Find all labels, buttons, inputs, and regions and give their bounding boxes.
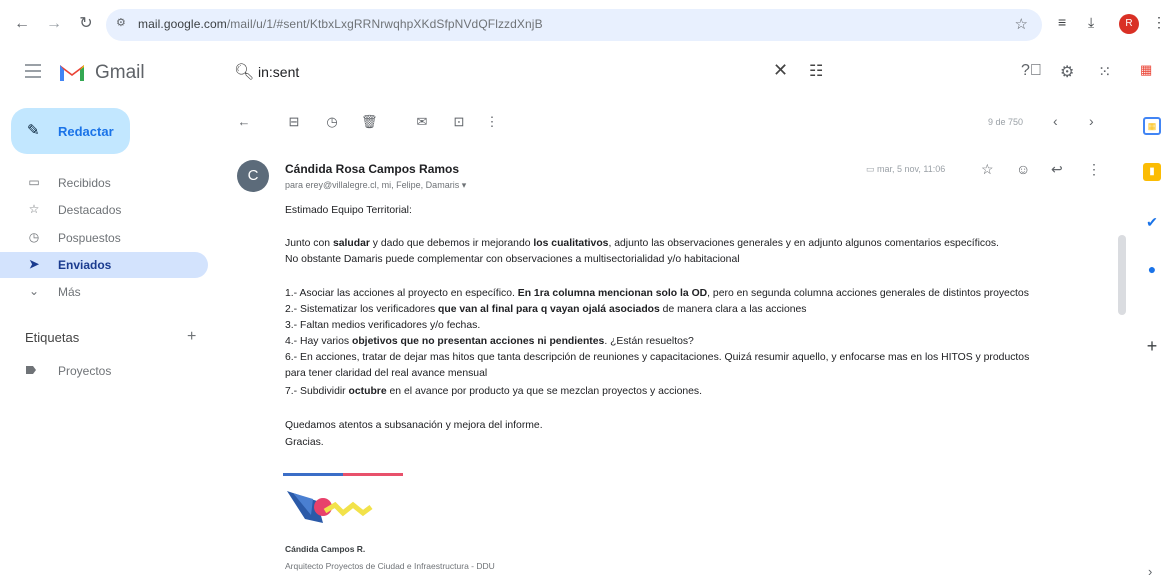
sender-name[interactable]: Cándida Rosa Campos Ramos (285, 162, 459, 176)
email-list-item: 7.- Subdividir octubre en el avance por … (285, 386, 703, 397)
email-thanks: Gracias. (285, 437, 324, 448)
calendar-icon[interactable]: ▦ (1143, 117, 1161, 135)
inbox-icon: ▭ (28, 175, 40, 189)
reply-icon[interactable]: ↩ (1051, 161, 1063, 178)
labels-heading: Etiquetas (25, 330, 80, 345)
signature-name: Cándida Campos R. (285, 544, 366, 554)
back-to-list-icon[interactable]: ← (236, 114, 252, 129)
email-list-item: 6.- En acciones, tratar de dejar mas hit… (285, 352, 1030, 363)
email-list-item: 3.- Faltan medios verificadores y/o fech… (285, 320, 481, 331)
delete-icon[interactable]: 🗑︎ (361, 114, 378, 130)
sidebar-item-snoozed[interactable]: ◷ Pospuestos (0, 225, 208, 251)
browser-toolbar: ← → ↻ ⚙ mail.google.com/mail/u/1/#sent/K… (0, 0, 1174, 50)
search-options-icon[interactable]: ☷ (809, 61, 823, 81)
signature-title: Arquitecto Proyectos de Ciudad e Infraes… (285, 561, 495, 571)
email-list-item: 2.- Sistematizar los verificadores que v… (285, 304, 807, 315)
newer-chevron-icon[interactable]: ‹ (1053, 113, 1058, 129)
pager-count: 9 de 750 (988, 117, 1024, 127)
snooze-icon[interactable]: ◷ (324, 114, 340, 130)
star-message-icon[interactable]: ☆ (981, 161, 994, 178)
bookmark-star-icon[interactable]: ☆ (1015, 15, 1028, 33)
address-bar[interactable]: ⚙ mail.google.com/mail/u/1/#sent/KtbxLxg… (106, 9, 1042, 41)
email-closing: Quedamos atentos a subsanación y mejora … (285, 420, 543, 431)
chevron-down-icon: ⌄ (28, 284, 40, 298)
browser-profile-avatar[interactable]: R (1119, 14, 1139, 34)
gmail-logo-icon[interactable] (58, 61, 86, 83)
add-addon-icon[interactable]: + (1143, 337, 1161, 355)
older-chevron-icon[interactable]: › (1089, 113, 1094, 129)
url-text: mail.google.com/mail/u/1/#sent/KtbxLxgRR… (138, 17, 543, 31)
settings-gear-icon[interactable]: ⚙ (1060, 62, 1074, 82)
gmail-logo-text[interactable]: Gmail (95, 62, 145, 84)
sidebar-item-more[interactable]: ⌄ Más (0, 279, 208, 305)
compose-label: Redactar (58, 124, 114, 139)
back-arrow-icon[interactable]: ← (12, 14, 32, 34)
forward-arrow-icon[interactable]: → (44, 14, 64, 34)
tasks-icon[interactable]: ✔ (1143, 213, 1161, 231)
clock-icon: ◷ (28, 230, 40, 244)
apps-grid-icon[interactable]: ⁙ (1098, 62, 1111, 82)
emoji-react-icon[interactable]: ☺ (1016, 161, 1030, 177)
send-icon: ➤ (28, 257, 40, 271)
download-icon[interactable]: ⤓ (1088, 14, 1094, 31)
label-name: Proyectos (58, 364, 112, 378)
more-options-icon[interactable]: ⋮ (484, 114, 500, 130)
clear-search-icon[interactable]: ✕ (773, 60, 788, 81)
sidebar-item-starred[interactable]: ☆ Destacados (0, 197, 208, 223)
browser-menu-icon[interactable]: ⋮ (1152, 14, 1166, 31)
email-list-item: 1.- Asociar las acciones al proyecto en … (285, 288, 1029, 299)
email-paragraph: Junto con saludar y dado que debemos ir … (285, 238, 999, 249)
contacts-icon[interactable]: ● (1143, 260, 1161, 278)
account-logo-icon[interactable]: ▦ (1140, 62, 1152, 78)
label-tag-icon (26, 366, 36, 374)
pencil-icon: ✎ (27, 122, 40, 139)
sidebar-item-inbox[interactable]: ▭ Recibidos (0, 170, 208, 196)
scrollbar-thumb[interactable] (1118, 235, 1126, 315)
email-date: ▭ mar, 5 nov, 11:06 (866, 164, 946, 174)
star-icon: ☆ (28, 202, 40, 216)
email-list-item: 4.- Hay varios objetivos que no presenta… (285, 336, 694, 347)
site-settings-icon[interactable]: ⚙ (116, 16, 126, 29)
reload-icon[interactable]: ↻ (76, 14, 96, 34)
signature-logo (283, 473, 403, 523)
email-greeting: Estimado Equipo Territorial: (285, 205, 412, 216)
archive-icon[interactable]: ⊟ (286, 114, 302, 130)
add-label-icon[interactable]: + (187, 328, 196, 346)
compose-button[interactable]: ✎ Redactar (11, 108, 130, 154)
move-to-icon[interactable]: ⊡ (451, 114, 467, 130)
sender-avatar[interactable]: C (237, 160, 269, 192)
sidebar-item-label: Destacados (58, 203, 122, 217)
expand-panel-chevron-icon[interactable]: › (1148, 564, 1152, 579)
reading-list-icon[interactable]: ≡ (1058, 14, 1066, 30)
keep-icon[interactable]: ▮ (1143, 163, 1161, 181)
sidebar-item-sent[interactable]: ➤ Enviados (0, 252, 208, 278)
sidebar-item-label: Más (58, 285, 81, 299)
search-icon[interactable]: 🔍︎ (234, 62, 254, 82)
search-input[interactable]: in:sent (258, 64, 299, 80)
mark-unread-icon[interactable]: ✉ (414, 114, 430, 130)
sidebar-item-label: Enviados (58, 258, 112, 272)
email-paragraph-line: No obstante Damaris puede complementar c… (285, 254, 740, 265)
message-more-icon[interactable]: ⋮ (1087, 161, 1101, 178)
help-icon[interactable]: ?⃝ (1021, 62, 1042, 80)
main-menu-icon[interactable] (25, 64, 41, 82)
recipients-line[interactable]: para erey@villalegre.cl, mi, Felipe, Dam… (285, 180, 466, 191)
email-list-item-line: para tener claridad del real avance mens… (285, 368, 488, 379)
sidebar-item-label: Recibidos (58, 176, 111, 190)
sidebar-item-label: Pospuestos (58, 231, 121, 245)
